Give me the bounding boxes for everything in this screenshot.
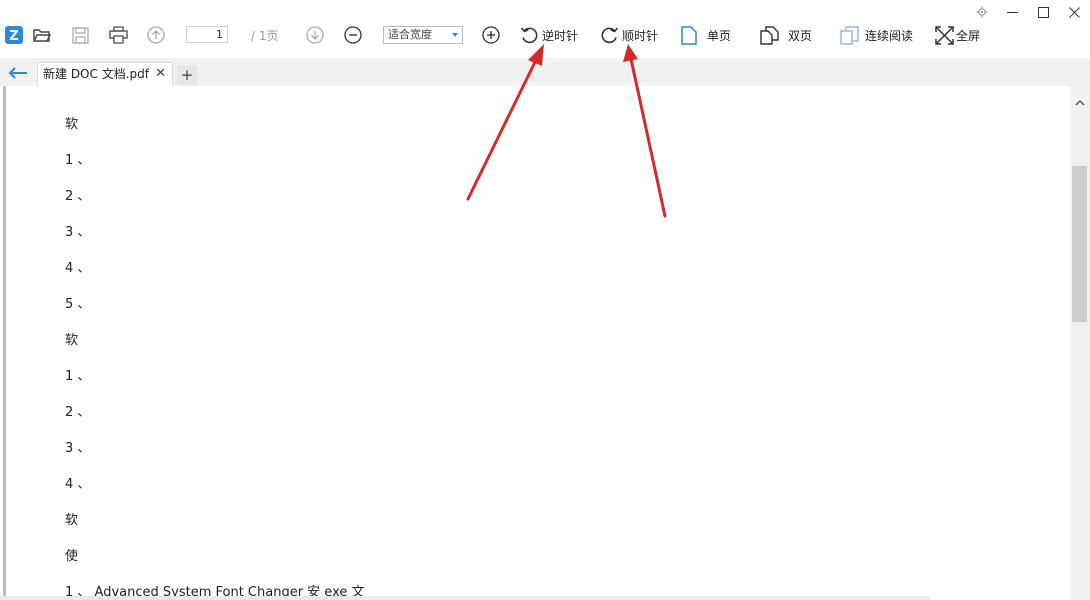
page-total-label: / 1页 bbox=[251, 29, 279, 43]
document-tab-label: 新建 DOC 文档.pdf bbox=[43, 67, 149, 81]
print-icon[interactable] bbox=[109, 18, 128, 52]
tab-strip: 新建 DOC 文档.pdf ✕ + bbox=[0, 58, 1090, 86]
tab-close-icon[interactable]: ✕ bbox=[155, 63, 166, 85]
single-page-button[interactable]: 单页 bbox=[681, 18, 731, 52]
page-number-input[interactable]: 1 bbox=[186, 26, 228, 43]
open-folder-icon[interactable] bbox=[33, 18, 51, 52]
zoom-out-icon[interactable] bbox=[344, 18, 362, 52]
scrollbar-thumb[interactable] bbox=[1072, 166, 1087, 322]
document-line: 4 、 bbox=[65, 477, 91, 492]
document-line: 软 bbox=[65, 333, 79, 348]
document-line: 3 、 bbox=[65, 441, 91, 456]
zoom-select[interactable]: 适合宽度 bbox=[383, 26, 463, 44]
previous-page-icon[interactable] bbox=[147, 18, 165, 52]
document-line: 2 、 bbox=[65, 405, 91, 420]
rotate-ccw-label: 逆时针 bbox=[542, 28, 579, 43]
rotate-counterclockwise-button[interactable]: 逆时针 bbox=[520, 18, 578, 52]
document-line: 使 bbox=[65, 549, 79, 564]
save-icon[interactable] bbox=[72, 18, 89, 52]
fullscreen-label: 全屏 bbox=[956, 28, 981, 43]
zoom-in-icon[interactable] bbox=[482, 18, 500, 52]
double-page-icon bbox=[760, 25, 779, 45]
document-line: 4 、 bbox=[65, 261, 91, 276]
single-page-label: 单页 bbox=[707, 28, 732, 43]
document-line: 软 bbox=[65, 513, 79, 528]
document-line: 1 、 bbox=[65, 369, 91, 384]
vertical-scrollbar[interactable] bbox=[1070, 86, 1090, 600]
fullscreen-icon bbox=[935, 25, 954, 45]
svg-text:Z: Z bbox=[9, 29, 18, 44]
document-viewer[interactable]: 软 1 、 2 、 3 、 4 、 5 、 软 1 、 2 、 3 、 4 、 … bbox=[0, 86, 1070, 600]
continuous-read-button[interactable]: 连续阅读 bbox=[840, 18, 913, 52]
plus-icon: + bbox=[180, 65, 194, 84]
fullscreen-button[interactable]: 全屏 bbox=[935, 18, 980, 52]
document-line: 软 bbox=[65, 117, 79, 132]
double-page-label: 双页 bbox=[788, 28, 813, 43]
document-page: 软 1 、 2 、 3 、 4 、 5 、 软 1 、 2 、 3 、 4 、 … bbox=[6, 86, 1069, 600]
rotate-clockwise-button[interactable]: 顺时针 bbox=[600, 18, 658, 52]
scroll-up-icon[interactable] bbox=[1075, 91, 1085, 110]
rotate-cw-icon bbox=[601, 26, 619, 43]
app-logo: Z bbox=[5, 18, 23, 52]
back-arrow-icon[interactable] bbox=[8, 64, 28, 83]
document-line: 1 、 bbox=[65, 153, 91, 168]
continuous-read-icon bbox=[840, 25, 859, 45]
add-tab-button[interactable]: + bbox=[177, 65, 197, 85]
single-page-icon bbox=[681, 25, 697, 45]
zoom-select-value: 适合宽度 bbox=[388, 28, 432, 41]
toolbar: Z 1 / 1页 适合宽度 逆时针 顺时针 单页 双页 连续阅读 全屏 bbox=[0, 18, 1090, 52]
next-page-icon[interactable] bbox=[306, 18, 324, 52]
document-tab[interactable]: 新建 DOC 文档.pdf ✕ bbox=[37, 62, 173, 86]
page-bottom-divider bbox=[0, 596, 930, 600]
continuous-read-label: 连续阅读 bbox=[865, 28, 914, 43]
double-page-button[interactable]: 双页 bbox=[760, 18, 812, 52]
document-line: 3 、 bbox=[65, 225, 91, 240]
rotate-cw-label: 顺时针 bbox=[622, 28, 659, 43]
document-line: 5 、 bbox=[65, 297, 91, 312]
document-line: 2 、 bbox=[65, 189, 91, 204]
chevron-down-icon bbox=[452, 33, 458, 37]
rotate-ccw-icon bbox=[520, 26, 538, 43]
